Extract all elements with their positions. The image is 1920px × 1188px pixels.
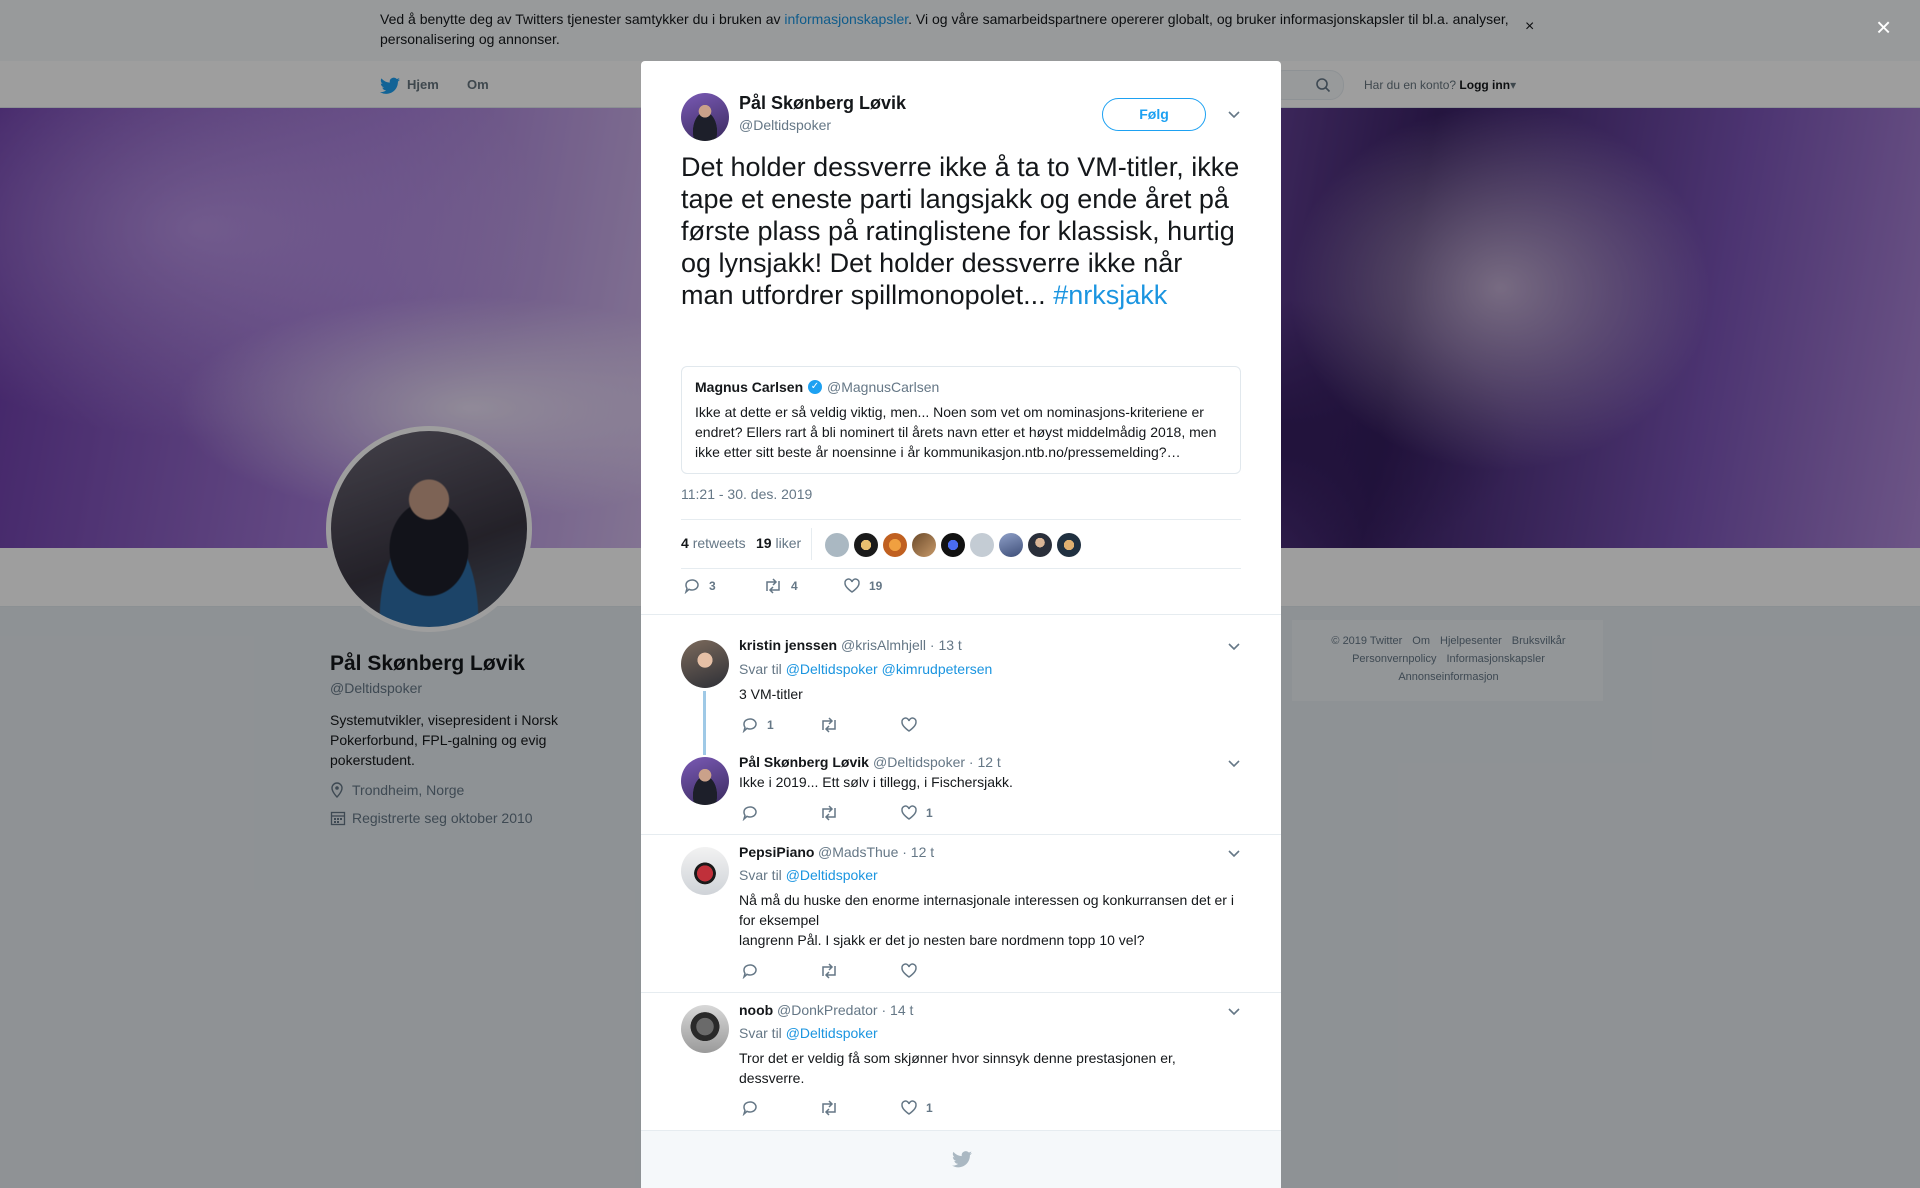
reply-avatar[interactable] bbox=[681, 757, 729, 805]
heart-icon bbox=[901, 717, 917, 732]
heart-icon bbox=[901, 1100, 917, 1115]
retweet-icon bbox=[822, 805, 836, 821]
liker-avatar[interactable] bbox=[1057, 533, 1081, 557]
retweet-icon bbox=[766, 578, 780, 594]
like-action[interactable]: 1 bbox=[900, 1100, 933, 1118]
reply-avatar[interactable] bbox=[681, 847, 729, 895]
reply-icon bbox=[742, 806, 757, 822]
liker-avatar[interactable] bbox=[854, 533, 878, 557]
thread-connector bbox=[703, 691, 706, 755]
section-divider bbox=[641, 614, 1281, 615]
retweet-action[interactable] bbox=[819, 963, 839, 981]
like-action[interactable]: 1 bbox=[900, 805, 933, 823]
like-action[interactable] bbox=[900, 963, 918, 981]
reply-action[interactable] bbox=[741, 1100, 759, 1118]
liker-avatar[interactable] bbox=[941, 533, 965, 557]
chevron-down-icon[interactable] bbox=[1227, 110, 1241, 120]
chevron-down-icon[interactable] bbox=[1227, 759, 1241, 769]
reply-to-line: Svar til @Deltidspoker bbox=[739, 1025, 878, 1041]
tweet-text: Det holder dessverre ikke å ta to VM-tit… bbox=[681, 152, 1240, 310]
stats-divider bbox=[811, 528, 812, 560]
tweet-timestamp[interactable]: 11:21 - 30. des. 2019 bbox=[681, 486, 812, 502]
retweet-icon bbox=[822, 1100, 836, 1116]
tweet-author-handle[interactable]: @Deltidspoker bbox=[739, 117, 831, 133]
reply-action[interactable]: 1 bbox=[741, 717, 774, 735]
reply-author-meta: @DonkPredator · 14 t bbox=[777, 1002, 914, 1018]
follow-button[interactable]: Følg bbox=[1102, 98, 1206, 131]
liker-avatar[interactable] bbox=[970, 533, 994, 557]
tweet-stats: 4 retweets 19 liker bbox=[681, 519, 1241, 569]
heart-icon bbox=[901, 963, 917, 978]
reply-author-meta: @krisAlmhjell · 13 t bbox=[841, 637, 962, 653]
liker-avatar[interactable] bbox=[883, 533, 907, 557]
chevron-down-icon[interactable] bbox=[1227, 849, 1241, 859]
heart-icon bbox=[901, 805, 917, 820]
likes-stat[interactable]: 19 liker bbox=[756, 535, 801, 551]
retweet-icon bbox=[822, 717, 836, 733]
tweet-author-avatar[interactable] bbox=[681, 93, 729, 141]
verified-badge-icon: ✓ bbox=[808, 380, 822, 394]
quoted-tweet-text: Ikke at dette er så veldig viktig, men..… bbox=[695, 404, 1217, 460]
reply-text: Ikke i 2019... Ett sølv i tillegg, i Fis… bbox=[739, 774, 1013, 790]
reply-text: 3 VM-titler bbox=[739, 686, 803, 702]
section-divider bbox=[641, 834, 1281, 835]
reply-avatar[interactable] bbox=[681, 1005, 729, 1053]
like-action[interactable]: 19 bbox=[843, 578, 882, 596]
reply-icon bbox=[742, 718, 757, 734]
liker-avatar[interactable] bbox=[825, 533, 849, 557]
twitter-bird-icon bbox=[952, 1151, 972, 1168]
reply-action[interactable]: 3 bbox=[683, 578, 716, 596]
reply-action[interactable] bbox=[741, 805, 759, 823]
chevron-down-icon[interactable] bbox=[1227, 642, 1241, 652]
liker-avatar[interactable] bbox=[912, 533, 936, 557]
modal-footer bbox=[641, 1130, 1281, 1188]
reply-text: Nå må du huske den enorme internasjonale… bbox=[739, 892, 1234, 948]
retweet-action[interactable] bbox=[819, 1100, 839, 1118]
retweet-action[interactable] bbox=[819, 717, 839, 735]
liker-avatar[interactable] bbox=[999, 533, 1023, 557]
tweet-modal: Pål Skønberg Løvik @Deltidspoker Følg De… bbox=[641, 61, 1281, 1188]
retweet-action[interactable]: 4 bbox=[763, 578, 798, 596]
quoted-author-handle: @MagnusCarlsen bbox=[827, 379, 940, 395]
retweets-stat[interactable]: 4 retweets bbox=[681, 535, 746, 551]
like-action[interactable] bbox=[900, 717, 918, 735]
reply-action[interactable] bbox=[741, 963, 759, 981]
reply-text: Tror det er veldig få som skjønner hvor … bbox=[739, 1050, 1176, 1086]
reply-icon bbox=[684, 579, 699, 595]
section-divider bbox=[641, 992, 1281, 993]
reply-author-meta: @MadsThue · 12 t bbox=[818, 844, 935, 860]
liker-avatar[interactable] bbox=[1028, 533, 1052, 557]
reply-author-name[interactable]: noob bbox=[739, 1002, 773, 1018]
quoted-author-name: Magnus Carlsen bbox=[695, 379, 804, 395]
reply-author-name[interactable]: PepsiPiano bbox=[739, 844, 814, 860]
reply-author-name[interactable]: kristin jenssen bbox=[739, 637, 837, 653]
reply-to-line: Svar til @Deltidspoker @kimrudpetersen bbox=[739, 661, 993, 677]
reply-author-meta: @Deltidspoker · 12 t bbox=[873, 754, 1001, 770]
heart-icon bbox=[844, 578, 860, 593]
retweet-icon bbox=[822, 963, 836, 979]
reply-to-line: Svar til @Deltidspoker bbox=[739, 867, 878, 883]
quoted-tweet[interactable]: Magnus Carlsen ✓ @MagnusCarlsen Ikke at … bbox=[681, 366, 1241, 474]
reply-icon bbox=[742, 964, 757, 980]
reply-icon bbox=[742, 1101, 757, 1117]
tweet-author-name[interactable]: Pål Skønberg Løvik bbox=[739, 93, 906, 114]
hashtag-link[interactable]: #nrksjakk bbox=[1053, 280, 1167, 310]
close-modal-button[interactable]: × bbox=[1876, 12, 1891, 43]
reply-author-name[interactable]: Pål Skønberg Løvik bbox=[739, 754, 869, 770]
retweet-action[interactable] bbox=[819, 805, 839, 823]
chevron-down-icon[interactable] bbox=[1227, 1007, 1241, 1017]
reply-avatar[interactable] bbox=[681, 640, 729, 688]
